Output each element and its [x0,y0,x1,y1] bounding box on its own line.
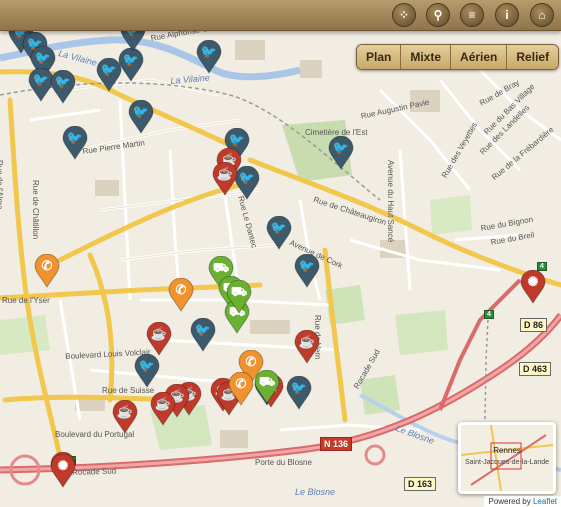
layer-relief-button[interactable]: Relief [507,45,559,69]
marker-twitter[interactable]: 🐦 [328,136,354,170]
bird-icon: 🐦 [290,380,308,395]
marker-twitter[interactable]: 🐦 [286,376,312,410]
info-icon: i [505,8,509,22]
grid-button[interactable]: ⁘ [392,3,416,27]
layer-mixte-button[interactable]: Mixte [401,45,452,69]
marker-phone[interactable]: ✆ [168,278,194,312]
marker-twitter[interactable]: 🐦 [62,126,88,160]
road-shield: D 463 [519,362,552,376]
leaflet-link[interactable]: Leaflet [533,497,557,506]
marker-twitter[interactable]: 🐦 [266,216,292,250]
top-toolbar: ⁘ ⚲ ≡ i ⌂ [0,0,561,31]
delivery-truck-icon: ⛟ [230,284,248,299]
search-button[interactable]: ⚲ [426,3,450,27]
bird-icon: 🐦 [270,220,288,235]
marker-twitter[interactable]: 🐦 [134,354,160,388]
marker-alert[interactable]: ✺ [50,454,76,488]
minimap-suburb-label: Saint-Jacques-de-la-Lande [464,459,550,466]
street-label: Porte du Blosne [255,458,312,467]
bird-icon: 🐦 [200,44,218,59]
minimap-city-label: Rennes [493,446,521,455]
bird-icon: 🐦 [122,52,140,67]
attribution-prefix: Powered by [488,497,531,506]
bird-icon: 🐦 [298,258,316,273]
street-label: Rocade Sud [72,466,117,477]
marker-twitter[interactable]: 🐦 [190,318,216,352]
marker-cafe[interactable]: ☕ [212,162,238,196]
marker-twitter[interactable]: 🐦 [118,48,144,82]
bird-icon: 🐦 [54,74,72,89]
alert-icon: ✺ [57,458,69,473]
layer-switcher: Plan Mixte Aérien Relief [356,44,560,70]
grid-icon: ⁘ [398,8,410,22]
phone-icon: ✆ [41,258,53,273]
street-label: Avenue du Haut Sancé [386,160,395,243]
marker-cafe[interactable]: ☕ [294,330,320,364]
bird-icon: 🐦 [34,50,52,65]
bird-icon: 🐦 [66,130,84,145]
bird-icon: 🐦 [332,140,350,155]
info-button[interactable]: i [495,3,519,27]
bird-icon: 🐦 [194,322,212,337]
minimap-roads [461,425,553,491]
bird-icon: 🐦 [228,132,246,147]
marker-cafe[interactable]: ☕ [146,322,172,356]
marker-truck[interactable]: ⛟ [254,370,280,404]
marker-phone[interactable]: ✆ [228,372,254,406]
coffee-cup-icon: ☕ [216,166,234,181]
road-shield: D 86 [520,318,548,332]
layer-plan-button[interactable]: Plan [357,45,402,69]
marker-cafe[interactable]: ☕ [112,400,138,434]
marker-twitter[interactable]: 🐦 [294,254,320,288]
street-label: Le Blosne [295,487,336,497]
delivery-truck-icon: ⛟ [212,260,230,275]
marker-twitter[interactable]: 🐦 [196,40,222,74]
phone-icon: ✆ [175,282,187,297]
marker-alert[interactable]: ✺ [520,270,546,304]
home-icon: ⌂ [538,8,546,22]
coffee-cup-icon: ☕ [116,404,134,419]
road-shield: D 163 [404,477,437,491]
coffee-cup-icon: ☕ [154,396,172,411]
phone-icon: ✆ [245,354,257,369]
bird-icon: 🐦 [132,104,150,119]
menu-icon: ≡ [468,8,476,22]
home-button[interactable]: ⌂ [530,3,554,27]
road-shield: 4 [484,310,494,319]
marker-truck[interactable]: ⛟ [226,280,252,314]
map-attribution: Powered by Leaflet [484,496,561,507]
road-shield: N 136 [320,437,353,451]
search-icon: ⚲ [433,8,443,22]
marker-phone[interactable]: ✆ [34,254,60,288]
marker-twitter[interactable]: 🐦 [128,100,154,134]
marker-twitter[interactable]: 🐦 [50,70,76,104]
coffee-cup-icon: ☕ [298,334,316,349]
layer-aerien-button[interactable]: Aérien [451,45,508,69]
delivery-truck-icon: ⛟ [258,374,276,389]
phone-icon: ✆ [235,376,247,391]
overview-minimap[interactable]: Rennes Saint-Jacques-de-la-Lande [458,422,556,494]
alert-icon: ✺ [527,274,539,289]
street-label: Rue de l'Yser [2,296,50,305]
bird-icon: 🐦 [138,358,156,373]
marker-cafe[interactable]: ☕ [150,392,176,426]
street-label: Rue de Châtillon [31,180,40,240]
menu-button[interactable]: ≡ [460,3,484,27]
coffee-cup-icon: ☕ [150,326,168,341]
street-label: Rue de l'Alma [0,160,4,210]
